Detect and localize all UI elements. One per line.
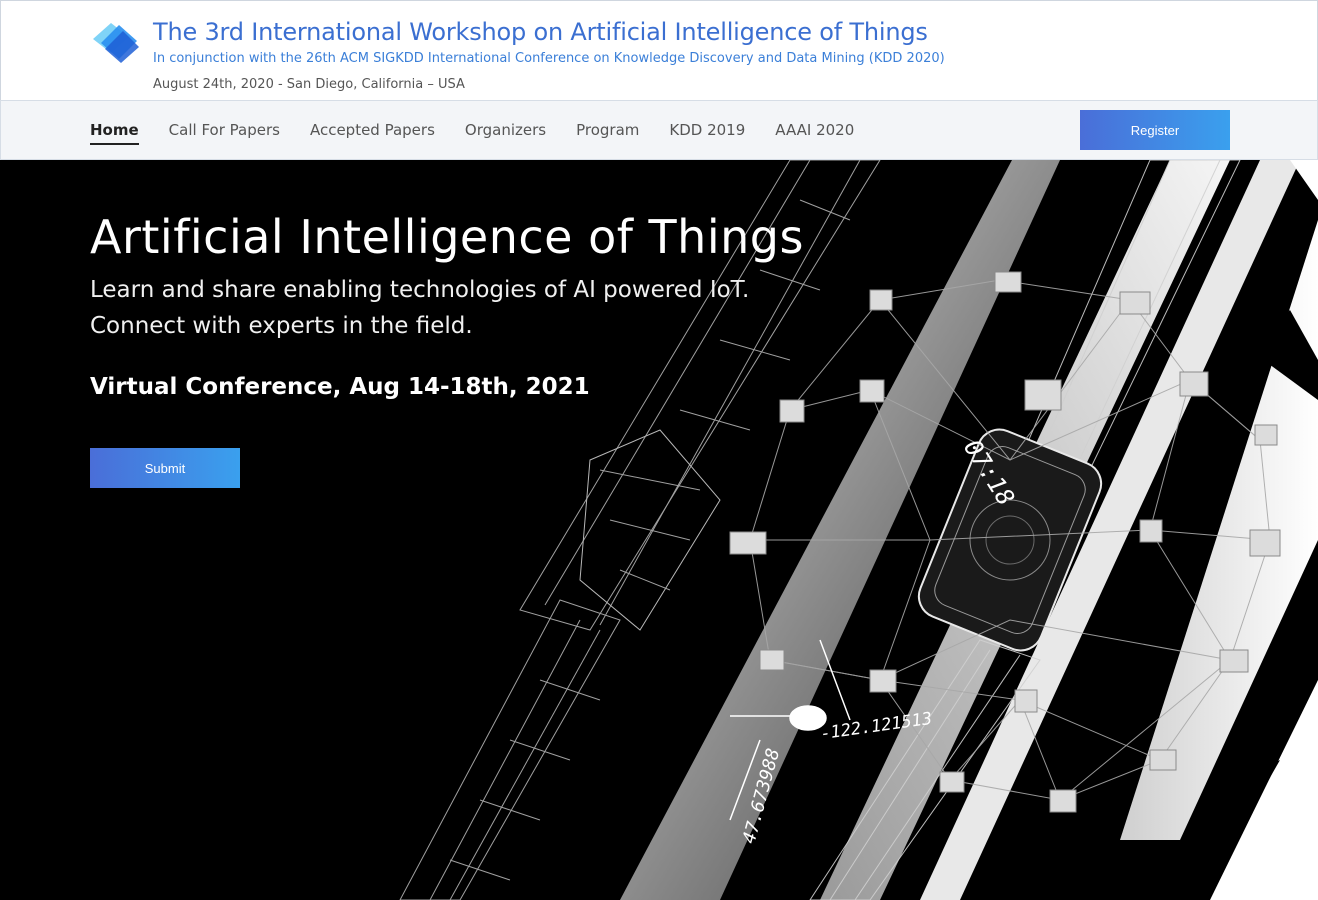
nav-item-aaai-2020[interactable]: AAAI 2020: [775, 101, 854, 159]
site-header: The 3rd International Workshop on Artifi…: [0, 0, 1318, 100]
nav-item-home[interactable]: Home: [90, 101, 139, 159]
hero-tagline: Learn and share enabling technologies of…: [90, 272, 749, 344]
main-navbar: Home Call For Papers Accepted Papers Org…: [0, 100, 1318, 160]
nav-item-organizers[interactable]: Organizers: [465, 101, 546, 159]
submit-button[interactable]: Submit: [90, 448, 240, 488]
site-title[interactable]: The 3rd International Workshop on Artifi…: [153, 18, 928, 46]
hero-tagline-line-2: Connect with experts in the field.: [90, 313, 473, 339]
nav-item-accepted-papers[interactable]: Accepted Papers: [310, 101, 435, 159]
nav-item-kdd-2019[interactable]: KDD 2019: [669, 101, 745, 159]
nav-item-program[interactable]: Program: [576, 101, 639, 159]
site-subtitle: In conjunction with the 26th ACM SIGKDD …: [153, 51, 945, 66]
layered-squares-logo-icon[interactable]: [89, 19, 143, 65]
nav-item-call-for-papers[interactable]: Call For Papers: [169, 101, 280, 159]
register-button[interactable]: Register: [1080, 110, 1230, 150]
watch-band-wireframe: [399, 160, 881, 900]
hero-event-info: Virtual Conference, Aug 14-18th, 2021: [90, 374, 590, 400]
smartwatch-wireframe-artwork: 07:18 -122.121513 47.673988: [399, 160, 1318, 900]
nav-menu: Home Call For Papers Accepted Papers Org…: [90, 101, 884, 159]
event-date-location: August 24th, 2020 - San Diego, Californi…: [153, 77, 465, 92]
hero-title: Artificial Intelligence of Things: [90, 210, 804, 264]
hero-banner: 07:18 -122.121513 47.673988 Artificial I…: [0, 160, 1318, 900]
hero-tagline-line-1: Learn and share enabling technologies of…: [90, 277, 750, 303]
